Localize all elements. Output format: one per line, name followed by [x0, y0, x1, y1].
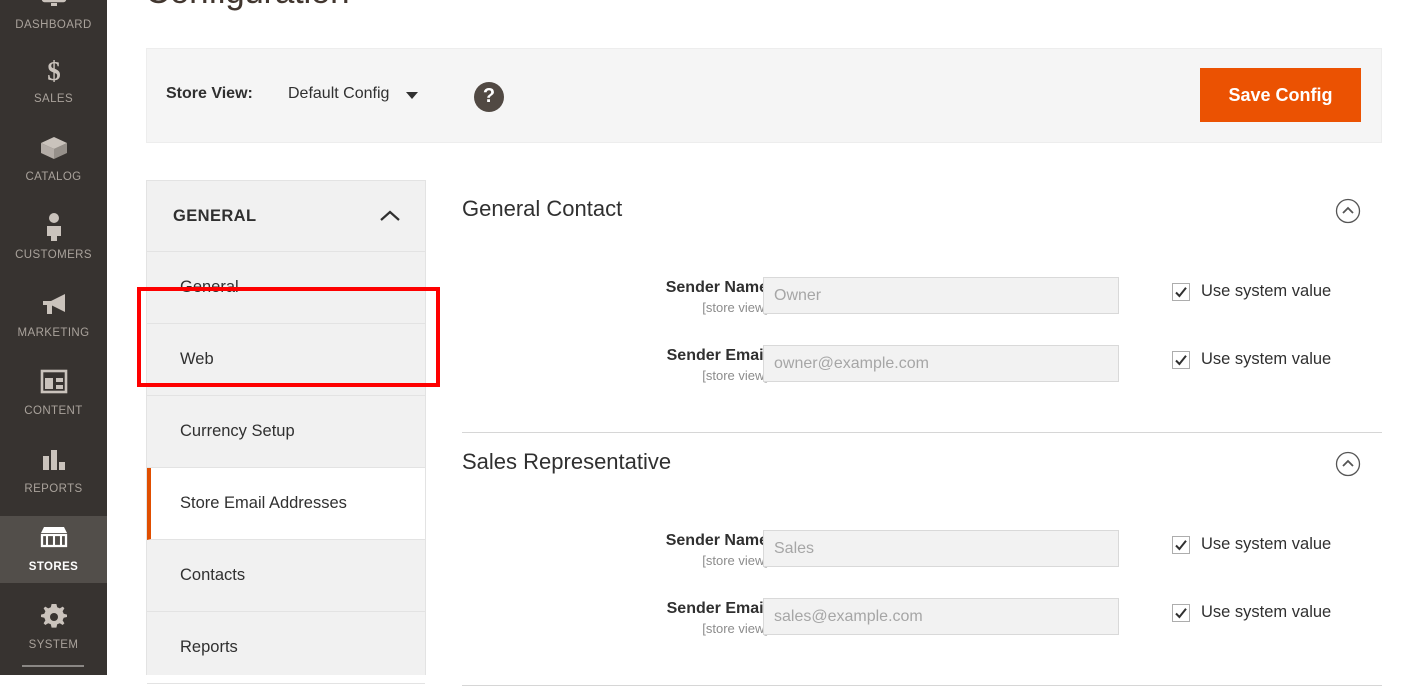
admin-nav-label: SALES [33, 93, 74, 105]
bar-chart-icon [0, 446, 107, 480]
config-section-title: GENERAL [173, 207, 257, 225]
store-view-label: Store View: [166, 85, 253, 102]
field-label: Sender Email [666, 600, 768, 617]
use-system-value-checkbox[interactable] [1172, 282, 1190, 301]
config-nav-item-label: Reports [180, 638, 238, 656]
config-nav-item-label: Currency Setup [180, 422, 295, 440]
admin-nav-item-marketing[interactable]: MARKETING [0, 282, 107, 349]
field-label: Sender Name [665, 532, 768, 549]
config-nav-item-reports[interactable]: Reports [147, 612, 425, 684]
admin-nav-item-catalog[interactable]: CATALOG [0, 126, 107, 193]
admin-nav-label: CUSTOMERS [15, 249, 92, 261]
dashboard-icon [0, 0, 107, 16]
field-scope-label: [store view] [702, 621, 768, 636]
use-system-value-label: Use system value [1201, 350, 1332, 368]
dollar-icon: $ [0, 56, 107, 90]
field-scope-label: [store view] [702, 300, 768, 315]
field-label: Sender Name [665, 279, 768, 296]
use-system-value-label: Use system value [1201, 282, 1332, 300]
use-system-value-checkbox[interactable] [1172, 603, 1190, 622]
config-nav-item-contacts[interactable]: Contacts [147, 540, 425, 612]
config-nav-item-label: General [180, 278, 239, 296]
field-input-sender-name[interactable] [763, 530, 1119, 567]
fieldset-header[interactable]: Sales Representative [462, 433, 1382, 495]
configuration-nav: GENERAL General Web Currency Setup Store Em… [146, 180, 426, 684]
config-nav-item-label: Web [180, 350, 214, 368]
admin-nav-divider [22, 665, 84, 667]
collapse-chevron-up-icon[interactable] [1335, 451, 1361, 482]
field-row: Sender Name [store view] Use system value [462, 271, 1382, 339]
use-system-value-label: Use system value [1201, 535, 1332, 553]
use-system-value-toggle[interactable]: Use system value [1172, 282, 1331, 301]
admin-nav-item-customers[interactable]: CUSTOMERS [0, 204, 107, 271]
box-icon [0, 134, 107, 168]
fieldset-sales-representative: Sales Representative Sender Name [store vi… [462, 433, 1382, 686]
config-nav-item-label: Contacts [180, 566, 246, 584]
collapse-chevron-up-icon[interactable] [1335, 198, 1361, 229]
fieldset-header[interactable]: General Contact [462, 180, 1382, 242]
help-icon[interactable]: ? [474, 82, 504, 112]
page-title: Configuration [145, 0, 350, 12]
config-section-general[interactable]: GENERAL [147, 181, 425, 252]
field-label: Sender Email [666, 347, 768, 364]
config-nav-item-web[interactable]: Web [147, 324, 425, 396]
use-system-value-toggle[interactable]: Use system value [1172, 603, 1331, 622]
field-scope-label: [store view] [702, 368, 768, 383]
field-input-sender-email[interactable] [763, 598, 1119, 635]
field-row: Sender Email [store view] Use system value [462, 339, 1382, 407]
field-input-sender-name[interactable] [763, 277, 1119, 314]
field-row: Sender Email [store view] Use system value [462, 592, 1382, 660]
admin-sidebar: DASHBOARD $ SALES CATALOG CUSTOMERS MARKETING… [0, 0, 107, 675]
admin-nav-label: STORES [28, 561, 79, 573]
field-input-sender-email[interactable] [763, 345, 1119, 382]
admin-nav-item-sales[interactable]: $ SALES [0, 48, 107, 115]
use-system-value-checkbox[interactable] [1172, 535, 1190, 554]
config-nav-item-currency-setup[interactable]: Currency Setup [147, 396, 425, 468]
main-content: Configuration Store View: Default Config… [107, 0, 1418, 686]
config-nav-item-label: Store Email Addresses [180, 494, 347, 512]
use-system-value-label: Use system value [1201, 603, 1332, 621]
use-system-value-checkbox[interactable] [1172, 350, 1190, 369]
admin-nav-item-system[interactable]: SYSTEM [0, 594, 107, 661]
layout-icon [0, 368, 107, 402]
save-config-button[interactable]: Save Config [1200, 68, 1361, 122]
person-icon [0, 212, 107, 246]
use-system-value-toggle[interactable]: Use system value [1172, 350, 1331, 369]
admin-nav-label: SYSTEM [28, 639, 79, 651]
admin-nav-label: CATALOG [25, 171, 82, 183]
store-view-select[interactable]: Default Config [288, 85, 389, 103]
admin-nav-label: MARKETING [17, 327, 90, 339]
config-nav-item-store-email-addresses[interactable]: Store Email Addresses [147, 468, 425, 540]
admin-nav-label: DASHBOARD [15, 19, 92, 31]
admin-nav-item-reports[interactable]: REPORTS [0, 438, 107, 505]
configuration-content: General Contact Sender Name [store view] Us… [462, 180, 1382, 686]
admin-nav-label: CONTENT [24, 405, 83, 417]
gear-icon [0, 602, 107, 636]
fieldset-title: General Contact [462, 196, 623, 221]
svg-text:$: $ [47, 56, 61, 86]
use-system-value-toggle[interactable]: Use system value [1172, 535, 1331, 554]
admin-nav-item-dashboard[interactable]: DASHBOARD [0, 0, 107, 41]
store-view-bar: Store View: Default Config ? Save Config [146, 48, 1382, 143]
config-nav-item-general[interactable]: General [147, 252, 425, 324]
admin-nav-item-content[interactable]: CONTENT [0, 360, 107, 427]
storefront-icon [0, 524, 107, 558]
megaphone-icon [0, 290, 107, 324]
admin-nav-label: REPORTS [24, 483, 83, 495]
admin-nav-item-stores[interactable]: STORES [0, 516, 107, 583]
fieldset-title: Sales Representative [462, 449, 672, 474]
fieldset-general-contact: General Contact Sender Name [store view] Us… [462, 180, 1382, 433]
chevron-down-icon[interactable] [406, 92, 418, 99]
field-row: Sender Name [store view] Use system value [462, 524, 1382, 592]
chevron-up-icon[interactable] [379, 209, 401, 227]
field-scope-label: [store view] [702, 553, 768, 568]
